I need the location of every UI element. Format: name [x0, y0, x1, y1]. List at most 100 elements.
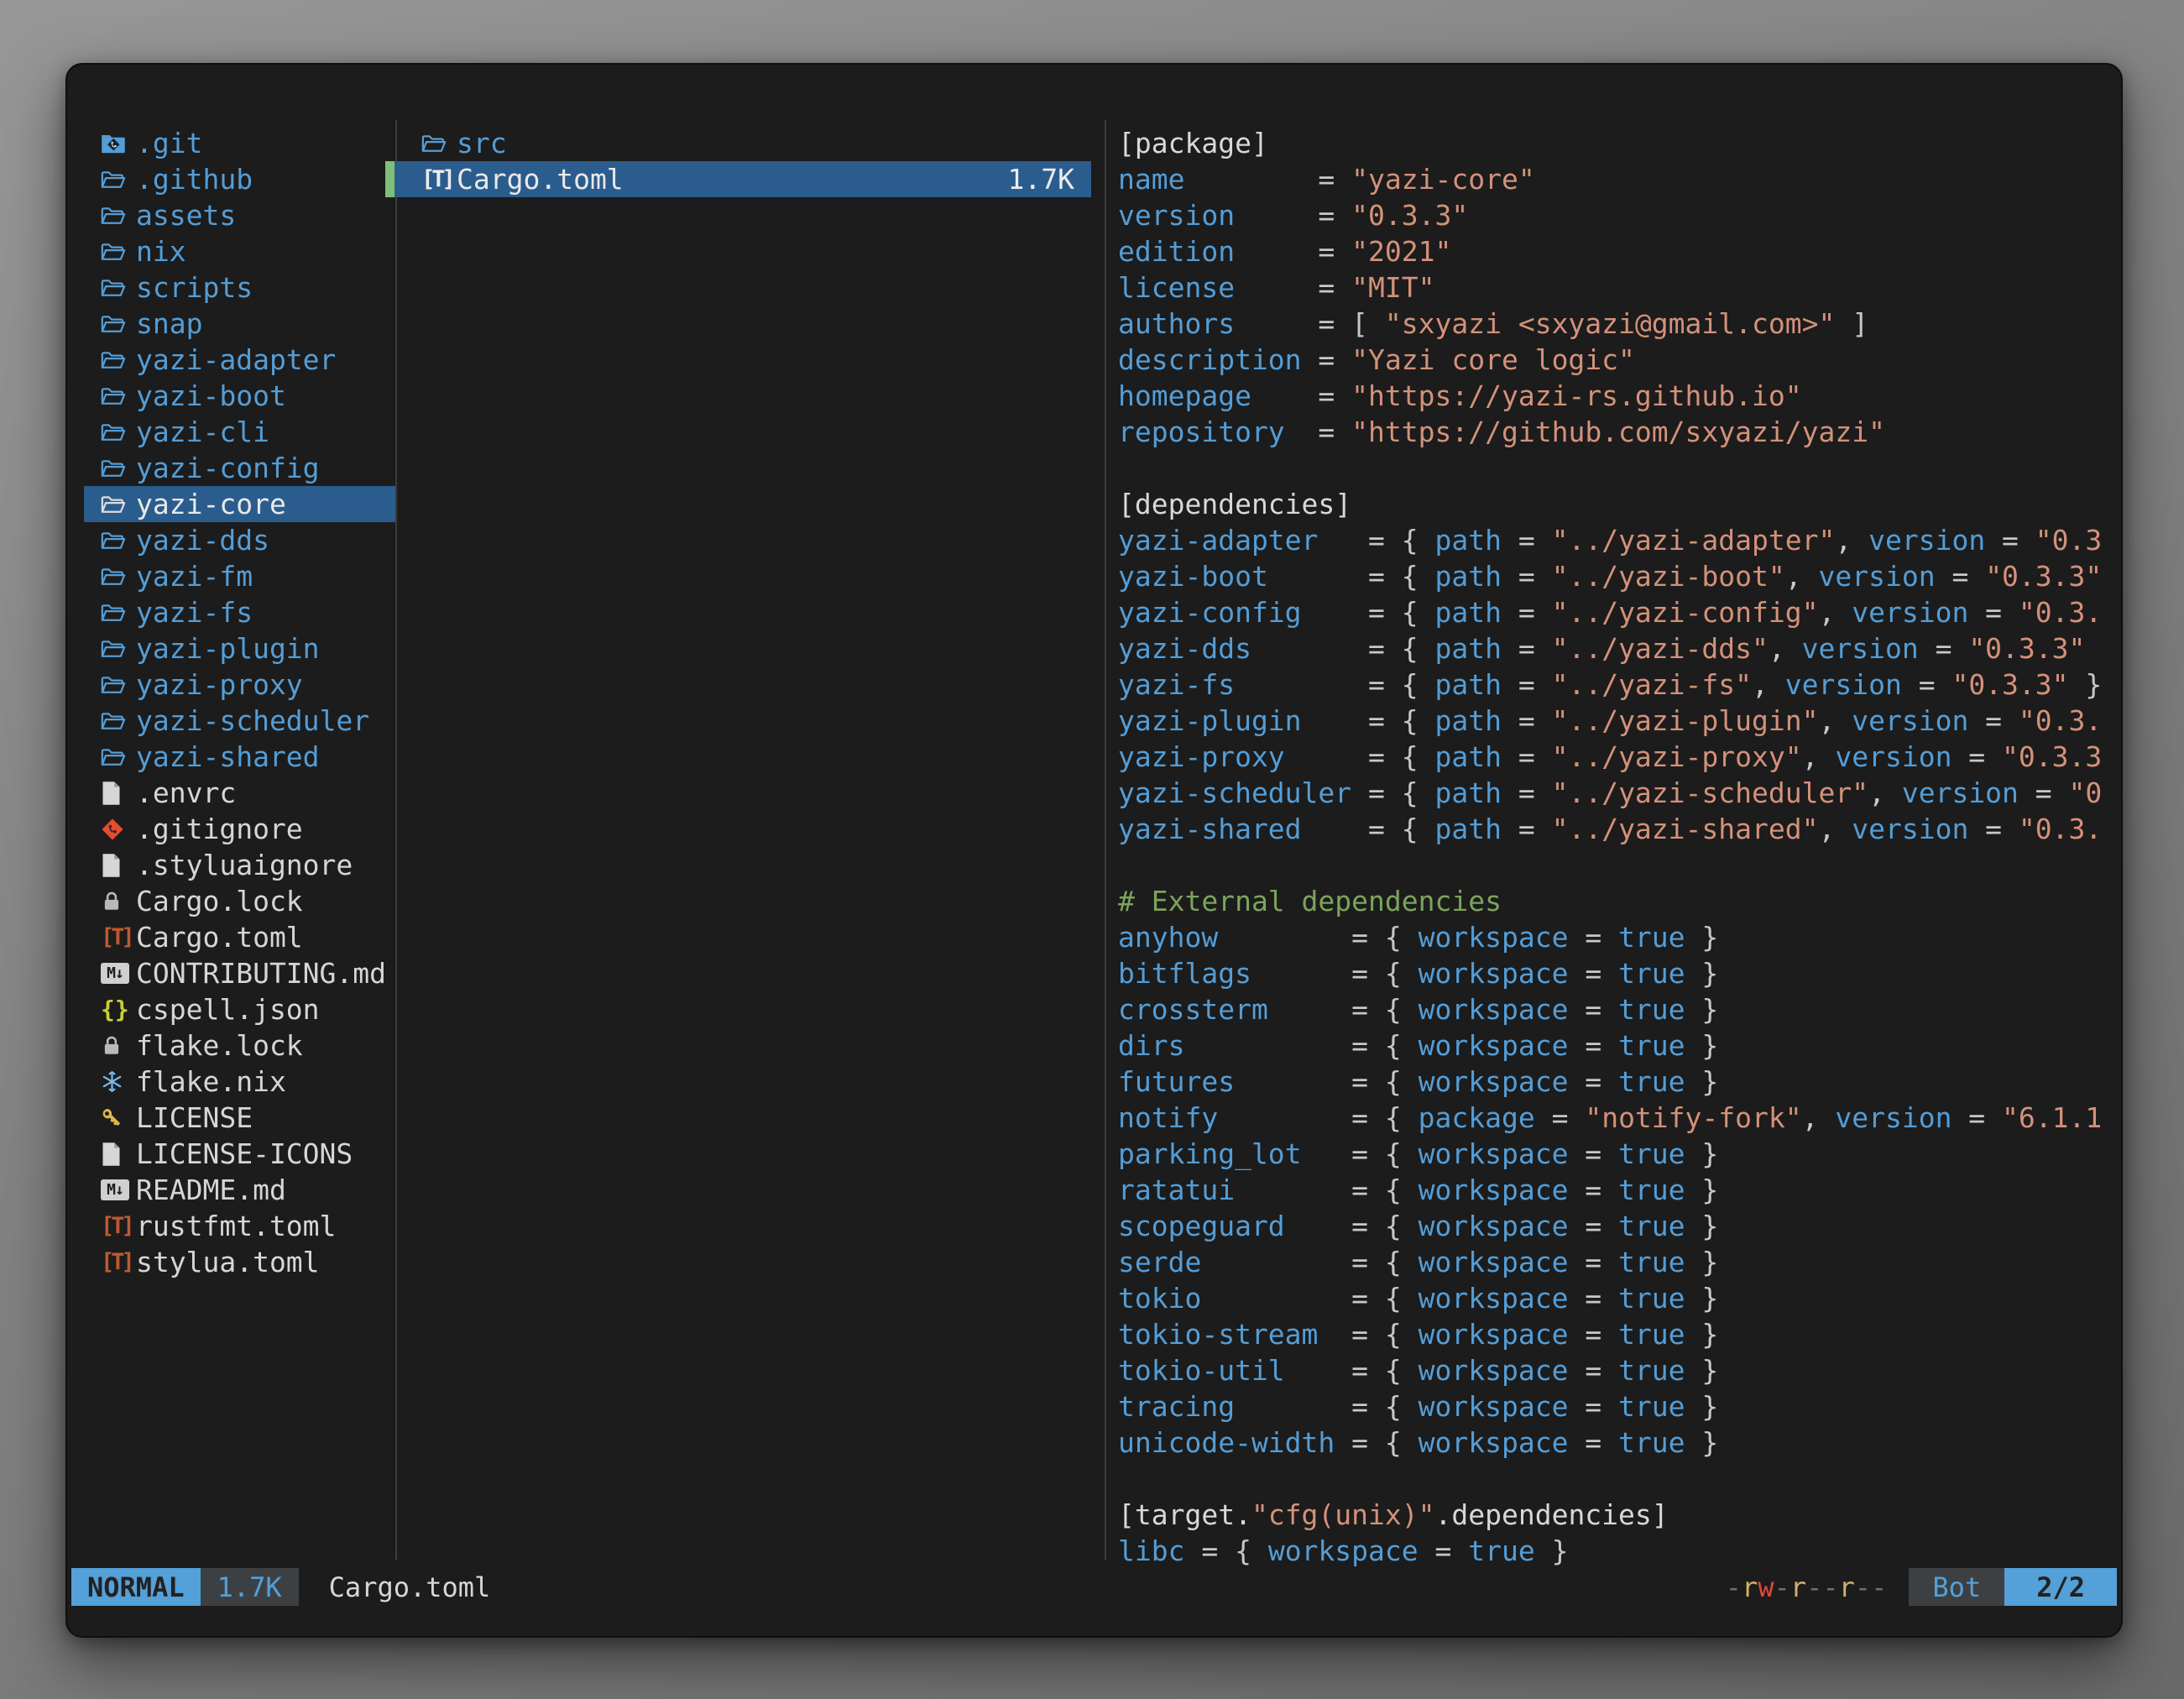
file-name: yazi-config: [136, 452, 320, 484]
file-name: .github: [136, 163, 253, 196]
file-name: yazi-adapter: [136, 343, 336, 376]
preview-line: ratatui = { workspace = true }: [1118, 1172, 2119, 1208]
sidebar-item-.git[interactable]: .git: [84, 125, 396, 161]
sidebar-item-cspell.json[interactable]: {}cspell.json: [84, 991, 396, 1027]
preview-line: bitflags = { workspace = true }: [1118, 955, 2119, 991]
sidebar-item-LICENSE-ICONS[interactable]: LICENSE-ICONS: [84, 1136, 396, 1172]
preview-line: [package]: [1118, 125, 2119, 161]
folder-open-icon: [101, 422, 136, 442]
preview-line: notify = { package = "notify-fork", vers…: [1118, 1100, 2119, 1136]
yazi-window: .git.githubassetsnixscriptssnapyazi-adap…: [65, 63, 2123, 1638]
preview-line: libc = { workspace = true }: [1118, 1533, 2119, 1569]
file-permissions: -rw-r--r--: [1726, 1568, 1888, 1606]
file-name: cspell.json: [136, 993, 320, 1026]
git-icon: [101, 818, 136, 841]
folder-open-icon: [101, 675, 136, 695]
preview-line: [1118, 1461, 2119, 1497]
perm-char: -: [1806, 1571, 1822, 1603]
perm-char: -: [1822, 1571, 1838, 1603]
lock-icon: [101, 1035, 136, 1057]
pane-divider: [395, 120, 397, 1560]
file-name: yazi-scheduler: [136, 704, 369, 737]
sidebar-item-yazi-scheduler[interactable]: yazi-scheduler: [84, 703, 396, 739]
file-name: yazi-shared: [136, 740, 320, 773]
sidebar-item-stylua.toml[interactable]: [T]stylua.toml: [84, 1244, 396, 1280]
sidebar-item-Cargo.lock[interactable]: Cargo.lock: [84, 883, 396, 919]
folder-open-icon: [101, 278, 136, 298]
preview-line: tokio-util = { workspace = true }: [1118, 1352, 2119, 1388]
sidebar-item-yazi-fm[interactable]: yazi-fm: [84, 558, 396, 594]
markdown-icon: M↓: [101, 1179, 129, 1200]
git-folder-icon: [101, 133, 136, 154]
sidebar-item-yazi-boot[interactable]: yazi-boot: [84, 378, 396, 414]
sidebar-item-.envrc[interactable]: .envrc: [84, 775, 396, 811]
sidebar-item-LICENSE[interactable]: LICENSE: [84, 1100, 396, 1136]
sidebar-item-yazi-config[interactable]: yazi-config: [84, 450, 396, 486]
preview-line: yazi-boot = { path = "../yazi-boot", ver…: [1118, 558, 2119, 594]
sidebar-item-.gitignore[interactable]: .gitignore: [84, 811, 396, 847]
file-name: yazi-plugin: [136, 632, 320, 665]
sidebar-item-.styluaignore[interactable]: .styluaignore: [84, 847, 396, 883]
current-item-Cargo.toml[interactable]: [T]Cargo.toml1.7K: [394, 161, 1091, 197]
sidebar-item-yazi-shared[interactable]: yazi-shared: [84, 739, 396, 775]
folder-open-icon: [101, 458, 136, 478]
hovered-file-marker: [385, 161, 394, 197]
folder-open-icon: [101, 603, 136, 623]
preview-line: unicode-width = { workspace = true }: [1118, 1425, 2119, 1461]
sidebar-item-yazi-adapter[interactable]: yazi-adapter: [84, 342, 396, 378]
sidebar-item-yazi-plugin[interactable]: yazi-plugin: [84, 630, 396, 667]
sidebar-item-CONTRIBUTING.md[interactable]: M↓CONTRIBUTING.md: [84, 955, 396, 991]
perm-char: r: [1742, 1571, 1758, 1603]
preview-line: futures = { workspace = true }: [1118, 1064, 2119, 1100]
file-name: CONTRIBUTING.md: [136, 957, 386, 990]
sidebar-item-.github[interactable]: .github: [84, 161, 396, 197]
file-name: yazi-fs: [136, 596, 253, 629]
sidebar-item-yazi-dds[interactable]: yazi-dds: [84, 522, 396, 558]
toml-icon: [T]: [101, 1215, 136, 1237]
preview-line: version = "0.3.3": [1118, 197, 2119, 233]
file-name: yazi-boot: [136, 379, 286, 412]
sidebar-item-README.md[interactable]: M↓README.md: [84, 1172, 396, 1208]
file-name: .gitignore: [136, 813, 303, 845]
file-icon: [101, 1142, 136, 1167]
sidebar-item-flake.lock[interactable]: flake.lock: [84, 1027, 396, 1064]
toml-icon: [T]: [101, 1251, 136, 1273]
perm-char: w: [1758, 1571, 1774, 1603]
sidebar-item-yazi-proxy[interactable]: yazi-proxy: [84, 667, 396, 703]
file-name: flake.lock: [136, 1029, 303, 1062]
sidebar-item-yazi-cli[interactable]: yazi-cli: [84, 414, 396, 450]
preview-line: yazi-shared = { path = "../yazi-shared",…: [1118, 811, 2119, 847]
folder-open-icon: [101, 711, 136, 731]
scroll-position-label: Bot: [1909, 1568, 2004, 1606]
sidebar-item-snap[interactable]: snap: [84, 306, 396, 342]
file-name: LICENSE: [136, 1101, 253, 1134]
file-name: src: [457, 127, 507, 159]
preview-line: yazi-plugin = { path = "../yazi-plugin",…: [1118, 703, 2119, 739]
file-icon: [101, 781, 136, 806]
current-item-src[interactable]: src: [394, 125, 1091, 161]
file-name: yazi-core: [136, 488, 286, 520]
sidebar-item-scripts[interactable]: scripts: [84, 269, 396, 306]
file-name: Cargo.toml: [457, 163, 624, 196]
preview-line: crossterm = { workspace = true }: [1118, 991, 2119, 1027]
perm-char: r: [1790, 1571, 1806, 1603]
folder-open-icon: [101, 494, 136, 515]
sidebar-item-yazi-core[interactable]: yazi-core: [84, 486, 396, 522]
preview-line: [1118, 847, 2119, 883]
file-name: LICENSE-ICONS: [136, 1137, 353, 1170]
file-name: rustfmt.toml: [136, 1210, 336, 1242]
file-name: assets: [136, 199, 236, 232]
sidebar-item-yazi-fs[interactable]: yazi-fs: [84, 594, 396, 630]
sidebar-item-Cargo.toml[interactable]: [T]Cargo.toml: [84, 919, 396, 955]
file-name: Cargo.toml: [136, 921, 303, 954]
folder-open-icon: [421, 133, 457, 154]
preview-line: yazi-dds = { path = "../yazi-dds", versi…: [1118, 630, 2119, 667]
preview-line: name = "yazi-core": [1118, 161, 2119, 197]
preview-line: yazi-fs = { path = "../yazi-fs", version…: [1118, 667, 2119, 703]
sidebar-item-assets[interactable]: assets: [84, 197, 396, 233]
file-count-badge: 2/2: [2004, 1568, 2117, 1606]
sidebar-item-flake.nix[interactable]: flake.nix: [84, 1064, 396, 1100]
sidebar-item-nix[interactable]: nix: [84, 233, 396, 269]
toml-icon: [T]: [101, 926, 136, 949]
sidebar-item-rustfmt.toml[interactable]: [T]rustfmt.toml: [84, 1208, 396, 1244]
